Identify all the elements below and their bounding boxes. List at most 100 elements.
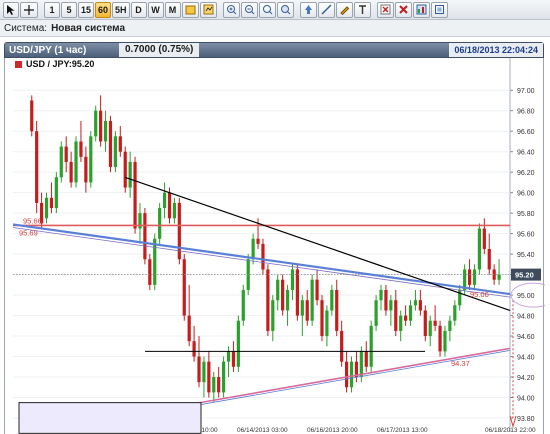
candle-body xyxy=(54,177,58,209)
y-tick-label: 96.80 xyxy=(517,109,535,116)
candle-body xyxy=(143,213,147,260)
y-tick-label: 95.80 xyxy=(517,211,535,218)
candle-body xyxy=(153,238,157,285)
candle-body xyxy=(84,156,88,183)
pencil-button[interactable] xyxy=(335,1,353,18)
y-tick-label: 96.20 xyxy=(517,170,535,177)
zoom-fit-button[interactable] xyxy=(258,1,276,18)
candle-body xyxy=(477,228,482,270)
candle-body xyxy=(226,351,231,362)
period-60-button[interactable]: 60 xyxy=(95,1,112,18)
chart-header: USD/JPY (1 час) 0.7000 (0.75%) 06/18/201… xyxy=(4,42,544,58)
text-tool-button[interactable] xyxy=(353,1,371,18)
candle-body xyxy=(113,136,117,168)
candle-body xyxy=(433,320,437,326)
template-button[interactable] xyxy=(181,1,199,18)
period-60-label: 60 xyxy=(98,4,109,15)
candle-body xyxy=(300,300,304,316)
period-m-label: M xyxy=(168,4,177,15)
candle-body xyxy=(69,161,73,183)
zoom-reset-icon xyxy=(280,4,291,15)
system-value[interactable]: Новая система xyxy=(51,23,125,34)
period-d-label: D xyxy=(135,4,142,15)
delete-all-button[interactable] xyxy=(394,1,412,18)
period-m-button[interactable]: M xyxy=(164,1,181,18)
candle-body xyxy=(207,361,211,393)
candle-body xyxy=(364,351,368,367)
y-tick-label: 96.40 xyxy=(517,150,535,157)
crosshair-button[interactable] xyxy=(20,1,38,18)
price-change: 0.7000 (0.75%) xyxy=(119,43,200,57)
note-box xyxy=(18,402,202,434)
candle-body xyxy=(261,243,265,270)
candle-body xyxy=(448,320,452,331)
candle-body xyxy=(418,300,422,311)
period-1-label: 1 xyxy=(49,4,55,15)
zoom-out-button[interactable] xyxy=(240,1,258,18)
zoom-reset-button[interactable] xyxy=(276,1,294,18)
period-w-label: W xyxy=(151,4,160,15)
candle-body xyxy=(399,315,403,331)
candle-body xyxy=(453,305,457,321)
instrument-title[interactable]: USD/JPY (1 час) xyxy=(5,45,117,56)
candle-body xyxy=(271,300,275,331)
candle-body xyxy=(315,279,319,301)
candle-body xyxy=(438,325,442,352)
candle-body xyxy=(103,120,108,142)
period-15-label: 15 xyxy=(81,4,92,15)
candle-body xyxy=(276,279,280,301)
candle-body xyxy=(281,279,285,311)
candle-body xyxy=(266,269,270,331)
period-1-button[interactable]: 1 xyxy=(44,1,60,18)
chart-window-icon xyxy=(416,4,427,15)
candle-body xyxy=(472,269,477,285)
zoom-out-icon xyxy=(244,4,255,15)
chart-area[interactable]: 97.00 96.80 96.60 96.40 96.20 96.00 95.80 95.60… xyxy=(4,58,545,434)
candle-body xyxy=(162,192,167,209)
indicator-button[interactable] xyxy=(199,1,217,18)
candle-body xyxy=(59,146,63,178)
indicator-icon xyxy=(203,4,214,15)
chart-datetime: 06/18/2013 22:04:24 xyxy=(449,43,543,57)
fullscreen-button[interactable] xyxy=(430,1,448,18)
candle-body xyxy=(133,161,137,229)
chart-window-button[interactable] xyxy=(412,1,430,18)
period-15-button[interactable]: 15 xyxy=(78,1,95,18)
candle-body xyxy=(212,377,216,393)
line-tool-button[interactable] xyxy=(317,1,335,18)
delete-object-button[interactable] xyxy=(376,1,394,18)
period-w-button[interactable]: W xyxy=(147,1,164,18)
period-5h-button[interactable]: 5H xyxy=(112,1,130,18)
zoom-in-button[interactable] xyxy=(222,1,240,18)
candle-body xyxy=(467,269,472,285)
period-5-button[interactable]: 5 xyxy=(61,1,77,18)
y-tick-label: 97.00 xyxy=(517,88,535,95)
y-tick-label: 95.60 xyxy=(517,232,535,239)
y-tick-label: 94.00 xyxy=(517,396,535,403)
candle-body xyxy=(325,310,329,337)
price-chart[interactable]: 97.00 96.80 96.60 96.40 96.20 96.00 95.80 95.60… xyxy=(5,58,545,434)
period-d-button[interactable]: D xyxy=(130,1,147,18)
candle-body xyxy=(423,310,427,337)
candle-body xyxy=(187,315,191,342)
zoom-fit-icon xyxy=(262,4,273,15)
candle-body xyxy=(197,356,201,383)
arrow-up-button[interactable] xyxy=(299,1,317,18)
legend-swatch xyxy=(15,60,22,68)
fullscreen-icon xyxy=(434,4,445,15)
candle-body xyxy=(158,208,162,239)
candle-body xyxy=(182,259,186,316)
candle-body xyxy=(497,274,501,280)
candle-body xyxy=(222,361,226,393)
candle-body xyxy=(99,110,103,142)
candle-body xyxy=(389,300,393,311)
candle-body xyxy=(172,202,177,219)
candle-body xyxy=(394,300,398,331)
y-tick-label: 95.00 xyxy=(517,293,535,300)
delete-object-icon xyxy=(380,4,391,15)
candle-body xyxy=(108,120,113,168)
candle-body xyxy=(482,228,486,249)
candle-body xyxy=(192,341,196,357)
candle-body xyxy=(241,289,245,321)
cursor-button[interactable] xyxy=(3,1,19,18)
